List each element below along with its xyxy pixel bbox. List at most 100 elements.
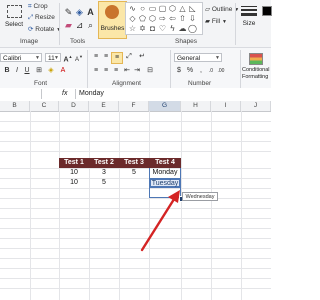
oval-callout-shape-icon[interactable]: ◯ — [188, 24, 197, 33]
orientation-icon[interactable]: ⤢ — [124, 52, 134, 62]
right-arrow-shape-icon[interactable]: ⇨ — [158, 14, 167, 23]
gridline — [89, 111, 90, 300]
table-cell[interactable]: 3 — [89, 168, 119, 178]
oval-shape-icon[interactable]: ○ — [138, 4, 147, 13]
crop-button[interactable]: ⌗ Crop — [28, 3, 48, 11]
size-icon — [241, 6, 257, 16]
column-header-f[interactable]: F — [119, 101, 149, 111]
grow-font-icon[interactable]: A▲ — [63, 52, 73, 65]
align-left-icon[interactable]: ≡ — [91, 66, 101, 76]
brush-icon — [105, 5, 119, 19]
decrease-indent-icon[interactable]: ⇤ — [122, 66, 132, 76]
outline-icon: ▱ — [205, 6, 210, 13]
polygon-shape-icon[interactable]: ⬡ — [168, 4, 177, 13]
star-shape-icon[interactable]: ☆ — [128, 24, 137, 33]
pencil-icon[interactable]: ✎ — [63, 7, 74, 17]
right-triangle-shape-icon[interactable]: ◺ — [188, 4, 197, 13]
shapes-group-label: Shapes — [175, 38, 198, 45]
callout-shape-icon[interactable]: ◘ — [148, 24, 157, 33]
font-group-label: Font — [34, 80, 48, 87]
comma-icon[interactable]: , — [196, 66, 206, 76]
fill-color-icon[interactable]: ◈ — [46, 66, 56, 76]
column-header-c[interactable]: C — [30, 101, 59, 111]
font-name-combo[interactable]: Calibri ▼ — [0, 53, 42, 62]
shapes-gallery[interactable]: ∿ ○ ▭ ▢ ⬡ △ ◺ ◇ ⬠ ⬡ ⇨ ⇦ ⇧ ⇩ ☆ ✡ ◘ ♡ ϟ ☁ … — [125, 2, 203, 35]
select-button[interactable]: Select — [3, 3, 25, 35]
underline-button[interactable]: U — [22, 66, 32, 76]
currency-icon[interactable]: $ — [174, 66, 184, 76]
column-header-d[interactable]: D — [59, 101, 89, 111]
star-six-shape-icon[interactable]: ✡ — [138, 24, 147, 33]
align-bottom-icon[interactable]: ≡ — [111, 52, 123, 64]
column-header-j[interactable]: J — [241, 101, 271, 111]
gridline — [211, 111, 212, 300]
table-cell[interactable]: 5 — [119, 168, 149, 178]
cloud-shape-icon[interactable]: ☁ — [178, 24, 187, 33]
table-header-cell[interactable]: Test 1 — [59, 158, 89, 168]
bold-button[interactable]: B — [2, 66, 12, 76]
column-header-g[interactable]: G — [149, 101, 181, 111]
merge-center-icon[interactable]: ⊟ — [145, 66, 155, 76]
resize-button[interactable]: ⤢ Resize — [28, 14, 55, 22]
insert-function-icon[interactable]: fx — [62, 89, 67, 99]
up-arrow-shape-icon[interactable]: ⇧ — [178, 14, 187, 23]
column-header-b[interactable]: B — [0, 101, 30, 111]
align-right-icon[interactable]: ≡ — [111, 66, 121, 76]
rotate-button[interactable]: ⟳ Rotate ▼ — [28, 25, 61, 33]
column-header-i[interactable]: I — [211, 101, 241, 111]
table-cell[interactable]: 5 — [89, 178, 119, 188]
rounded-rectangle-shape-icon[interactable]: ▢ — [158, 4, 167, 13]
eraser-icon[interactable]: ▰ — [63, 20, 74, 30]
font-color-icon[interactable]: A — [58, 66, 68, 76]
curve-shape-icon[interactable]: ∿ — [128, 4, 137, 13]
pentagon-shape-icon[interactable]: ⬠ — [138, 14, 147, 23]
italic-button[interactable]: I — [12, 66, 22, 76]
hexagon-shape-icon[interactable]: ⬡ — [148, 14, 157, 23]
heart-shape-icon[interactable]: ♡ — [158, 24, 167, 33]
shrink-font-icon[interactable]: A▼ — [74, 52, 84, 65]
table-cell[interactable]: 10 — [59, 168, 89, 178]
arrow-shaft — [140, 194, 178, 252]
divider — [87, 50, 88, 90]
left-arrow-shape-icon[interactable]: ⇦ — [168, 14, 177, 23]
font-size-combo[interactable]: 11 ▼ — [45, 53, 61, 62]
column-header-h[interactable]: H — [181, 101, 211, 111]
crop-icon: ⌗ — [28, 3, 32, 10]
decrease-decimal-icon[interactable]: .00 — [216, 66, 226, 76]
percent-icon[interactable]: % — [185, 66, 195, 76]
text-icon[interactable]: A — [85, 7, 96, 17]
magnifier-icon[interactable]: ⌕ — [85, 20, 96, 30]
wrap-text-icon[interactable]: ↵ — [137, 52, 147, 62]
borders-icon[interactable]: ⊞ — [34, 66, 44, 76]
gridline — [0, 268, 271, 269]
table-header-cell[interactable]: Test 2 — [89, 158, 119, 168]
color-swatch[interactable] — [262, 6, 272, 16]
down-arrow-shape-icon[interactable]: ⇩ — [188, 14, 197, 23]
rectangle-shape-icon[interactable]: ▭ — [148, 4, 157, 13]
conditional-formatting-icon — [249, 53, 263, 65]
number-format-combo[interactable]: General ▼ — [174, 53, 222, 62]
size-button[interactable]: Size — [238, 4, 260, 36]
conditional-formatting-button[interactable]: Conditional Formatting — [242, 51, 271, 87]
gridline — [0, 288, 271, 289]
table-header-cell[interactable]: Test 4 — [149, 158, 181, 168]
table-cell[interactable]: 10 — [59, 178, 89, 188]
gridline — [241, 111, 242, 300]
color-picker-icon[interactable]: ⊿ — [74, 20, 85, 30]
formula-input[interactable]: Monday — [75, 89, 275, 99]
align-top-icon[interactable]: ≡ — [91, 52, 101, 62]
fill-icon[interactable]: ◈ — [74, 7, 85, 17]
lightning-shape-icon[interactable]: ϟ — [168, 24, 177, 33]
increase-decimal-icon[interactable]: .0 — [206, 66, 216, 76]
increase-indent-icon[interactable]: ⇥ — [132, 66, 142, 76]
column-header-e[interactable]: E — [89, 101, 119, 111]
number-group-label: Number — [188, 80, 212, 87]
align-middle-icon[interactable]: ≡ — [101, 52, 111, 62]
table-header-cell[interactable]: Test 3 — [119, 158, 149, 168]
brushes-button[interactable]: Brushes — [98, 1, 127, 39]
name-box[interactable]: G4 — [0, 89, 42, 99]
align-center-icon[interactable]: ≡ — [101, 66, 111, 76]
diamond-shape-icon[interactable]: ◇ — [128, 14, 137, 23]
fill-button[interactable]: ▰ Fill ▼ — [205, 17, 227, 25]
triangle-shape-icon[interactable]: △ — [178, 4, 187, 13]
